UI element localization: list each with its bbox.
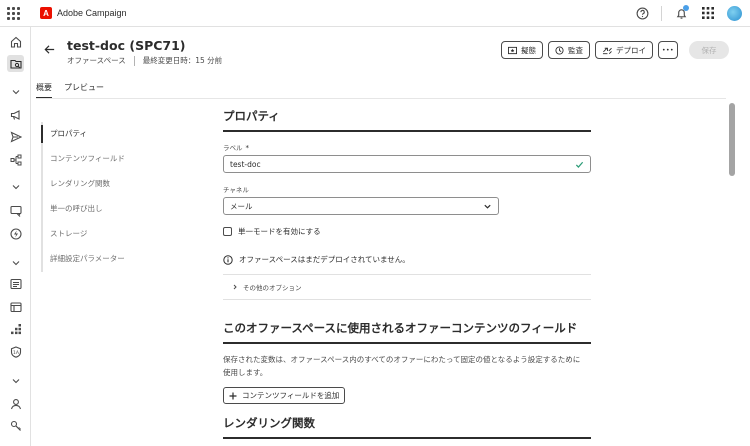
label-input-value: test-doc: [230, 159, 261, 169]
deploy-status-info: オファースペースはまだデプロイされていません。: [223, 254, 591, 265]
deploy-label: デプロイ: [616, 45, 646, 55]
simulate-label: 擬態: [521, 45, 536, 55]
divider: [661, 5, 662, 21]
divider: [223, 299, 591, 300]
avatar[interactable]: [727, 5, 742, 21]
more-actions-button[interactable]: •••: [658, 41, 678, 59]
more-icon: •••: [661, 46, 675, 54]
audit-label: 監査: [568, 45, 583, 55]
last-modified: 最終変更日時：15 分前: [142, 56, 223, 65]
svg-text:1A: 1A: [13, 350, 20, 356]
arrow-left-icon: [43, 44, 54, 54]
nav-item-advanced[interactable]: 詳細設定パラメーター: [43, 247, 125, 272]
offer-icon[interactable]: [7, 225, 24, 242]
section-heading-content-fields: このオファースペースに使用されるオファーコンテンツのフィールド: [223, 321, 578, 335]
journey-icon[interactable]: [7, 151, 24, 168]
single-mode-checkbox-row[interactable]: 単一モードを有効にする: [223, 226, 591, 237]
history-icon: [555, 45, 564, 55]
chevron-down-icon: [484, 204, 491, 209]
other-options-label: その他のオプション: [243, 284, 302, 292]
header-actions: 擬態 監査 デプロイ ••• 保存: [501, 41, 729, 59]
apps-grid-icon[interactable]: [700, 5, 716, 21]
channel-field-label: チャネル: [223, 186, 249, 194]
simulate-button[interactable]: 擬態: [501, 41, 543, 59]
section-nav: プロパティ コンテンツフィールド レンダリング関数 単一の呼び出し ストレージ …: [41, 122, 125, 272]
back-button[interactable]: [41, 41, 57, 57]
info-icon: [223, 254, 233, 265]
save-button[interactable]: 保存: [689, 41, 729, 59]
audit-icon[interactable]: 1A: [7, 343, 24, 360]
reports-icon[interactable]: [7, 202, 24, 219]
save-label: 保存: [701, 45, 717, 55]
label-field-label: ラベル *: [223, 144, 250, 152]
list-icon[interactable]: [7, 275, 24, 292]
campaign-icon[interactable]: [7, 106, 24, 123]
adobe-logo: A: [40, 7, 52, 19]
chevron-down-icon[interactable]: [7, 83, 24, 100]
home-icon[interactable]: [7, 33, 24, 50]
deploy-icon: [602, 47, 612, 54]
nav-item-single-call[interactable]: 単一の呼び出し: [43, 197, 125, 222]
page-title: test-doc (SPC71): [67, 38, 186, 53]
tab-bar: 概要 プレビュー: [36, 82, 104, 99]
user-icon[interactable]: [7, 395, 24, 412]
deploy-status-text: オファースペースはまだデプロイされていません。: [239, 255, 410, 264]
main-content: プロパティ ラベル * test-doc チャネル メール 単一モードを有効にす…: [223, 108, 591, 439]
top-bar: A Adobe Campaign: [0, 0, 750, 27]
chevron-down-icon[interactable]: [7, 372, 24, 389]
label-input[interactable]: test-doc: [223, 155, 591, 173]
scroll-thumb[interactable]: [729, 103, 735, 176]
plus-icon: [229, 392, 237, 399]
divider: [223, 342, 591, 344]
audit-button[interactable]: 監査: [548, 41, 590, 59]
divider: [133, 55, 135, 66]
send-icon[interactable]: [7, 128, 24, 145]
key-icon[interactable]: [7, 417, 24, 434]
divider: [223, 437, 591, 439]
nav-item-content-fields[interactable]: コンテンツフィールド: [43, 147, 125, 172]
section-heading-properties: プロパティ: [223, 109, 280, 123]
chevron-down-icon[interactable]: [7, 254, 24, 271]
deploy-button[interactable]: デプロイ: [595, 41, 653, 59]
single-mode-checkbox[interactable]: [223, 227, 232, 236]
help-icon[interactable]: [634, 5, 650, 21]
hierarchy-icon[interactable]: [7, 320, 24, 337]
object-type: オファースペース: [67, 56, 126, 65]
checkmark-icon: [575, 161, 584, 168]
notification-badge: [683, 5, 689, 11]
explorer-icon[interactable]: [7, 55, 24, 72]
app-switcher-icon[interactable]: [6, 6, 20, 20]
content-fields-description: 保存された変数は、オファースペース内のすべてのオファーにわたって固定の値となるよ…: [223, 355, 581, 377]
scrollbar[interactable]: [729, 101, 735, 446]
template-icon[interactable]: [7, 298, 24, 315]
nav-item-storage[interactable]: ストレージ: [43, 222, 125, 247]
chevron-down-icon[interactable]: [7, 178, 24, 195]
section-heading-rendering: レンダリング関数: [223, 416, 315, 430]
divider: [36, 98, 726, 99]
app-name: Adobe Campaign: [57, 8, 127, 18]
nav-item-rendering[interactable]: レンダリング関数: [43, 172, 125, 197]
channel-select[interactable]: メール: [223, 197, 499, 215]
tab-preview[interactable]: プレビュー: [64, 82, 104, 99]
divider: [223, 274, 591, 275]
other-options-toggle[interactable]: その他のオプション: [223, 282, 591, 292]
tab-overview[interactable]: 概要: [36, 82, 52, 99]
left-rail: 1A: [0, 27, 31, 446]
divider: [223, 130, 591, 132]
simulate-icon: [508, 46, 517, 54]
add-content-field-label: コンテンツフィールドを追加: [242, 391, 340, 400]
top-bar-actions: [634, 5, 742, 21]
page-meta: オファースペース 最終変更日時：15 分前: [67, 55, 222, 66]
single-mode-label: 単一モードを有効にする: [238, 227, 321, 236]
add-content-field-button[interactable]: コンテンツフィールドを追加: [223, 387, 346, 404]
required-marker: *: [245, 144, 250, 152]
channel-select-value: メール: [230, 201, 253, 211]
chevron-right-icon: [233, 284, 237, 290]
nav-item-properties[interactable]: プロパティ: [41, 122, 125, 147]
notifications-icon[interactable]: [673, 5, 689, 21]
